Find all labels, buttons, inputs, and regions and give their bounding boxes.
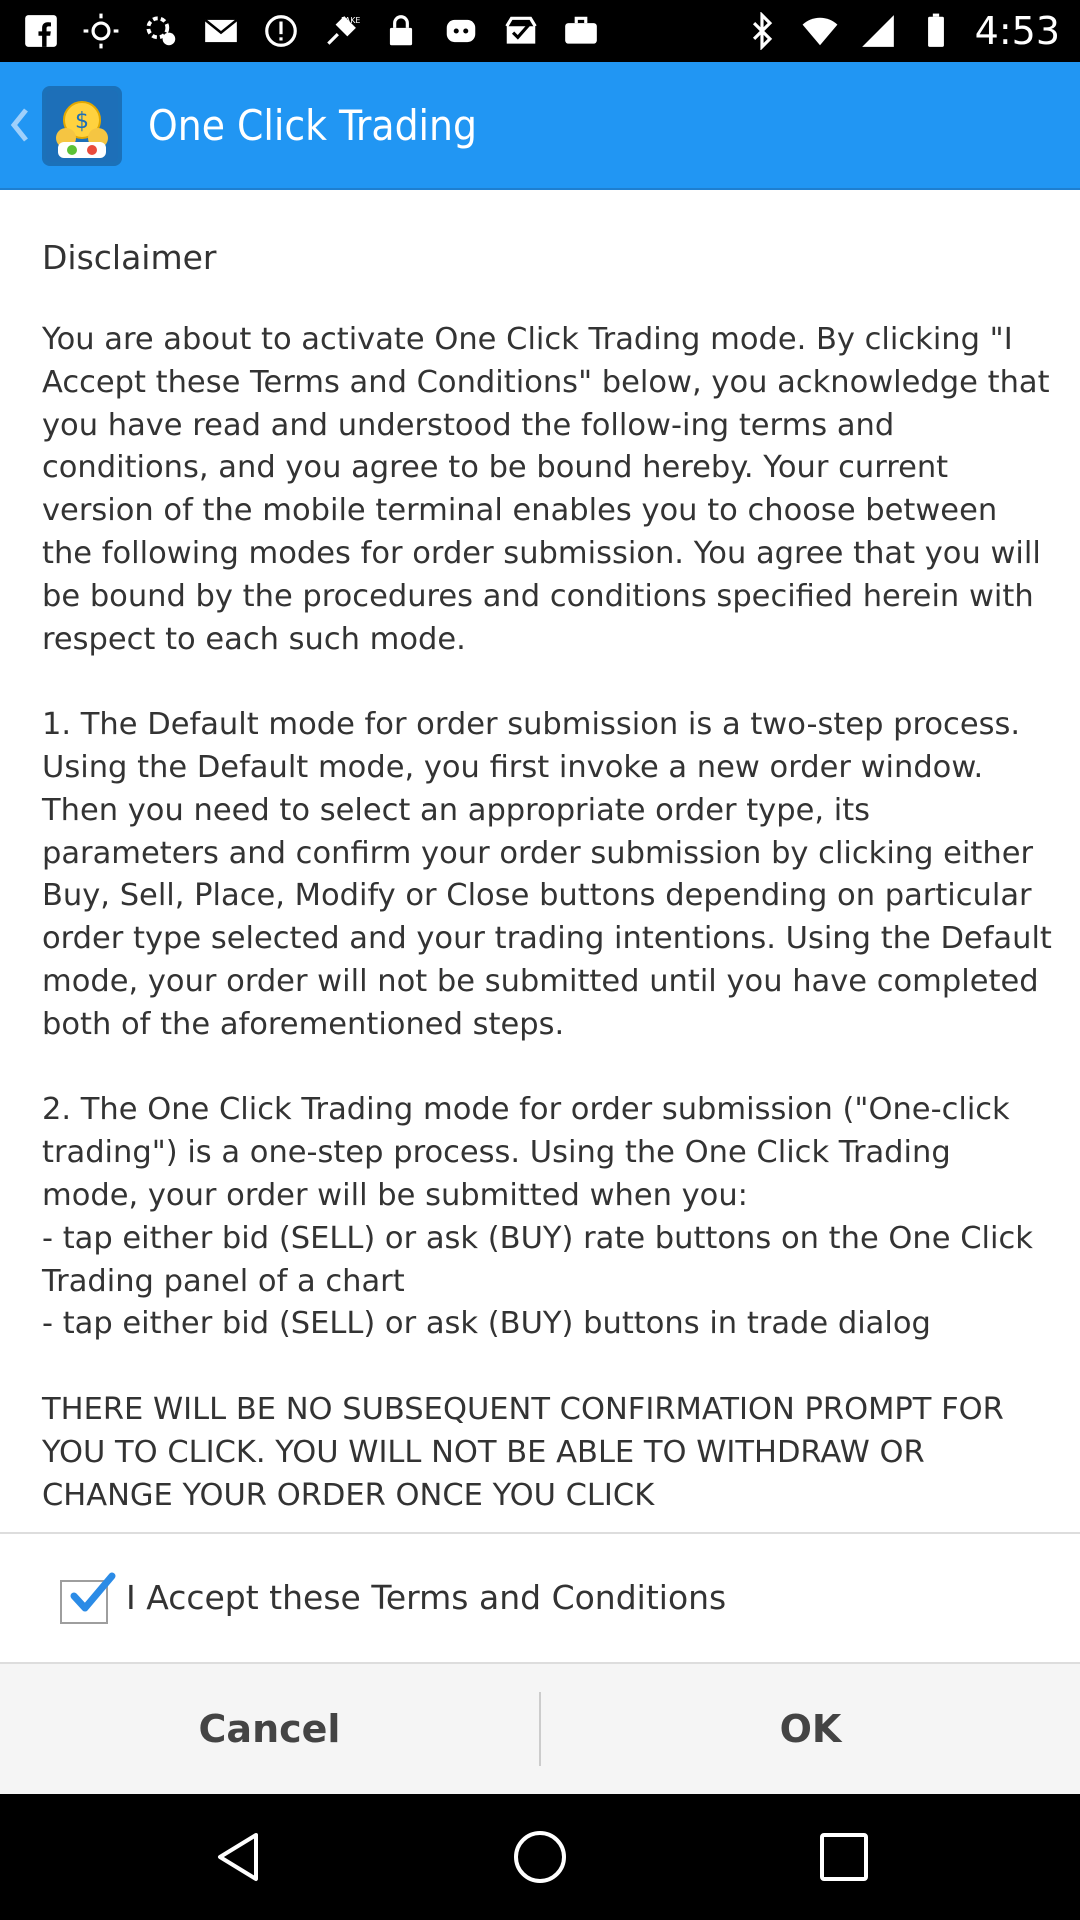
system-icons: 4:53 — [743, 8, 1060, 54]
fake-gps-icon: FAKE — [322, 12, 360, 50]
status-time: 4:53 — [974, 9, 1060, 53]
checkmark-icon — [70, 1572, 116, 1612]
alert-icon — [262, 12, 300, 50]
facebook-icon — [22, 12, 60, 50]
navigation-bar — [0, 1794, 1080, 1920]
page-title: One Click Trading — [148, 101, 478, 150]
status-bar: FAKE 4:53 — [0, 0, 1080, 62]
notification-icons: FAKE — [22, 8, 600, 54]
accept-label[interactable]: I Accept these Terms and Conditions — [126, 1574, 726, 1622]
back-arrow-icon[interactable] — [6, 102, 34, 148]
dialog-buttons: Cancel OK — [0, 1664, 1080, 1794]
bluetooth-icon — [743, 12, 781, 50]
nav-home-icon[interactable] — [510, 1827, 570, 1887]
signal-icon — [859, 12, 897, 50]
wifi-icon — [801, 12, 839, 50]
accept-checkbox[interactable] — [60, 1572, 116, 1624]
battery-icon — [917, 12, 955, 50]
nav-recent-apps-icon[interactable] — [814, 1827, 874, 1887]
disclaimer-scroll-area[interactable]: Disclaimer You are about to activate One… — [0, 190, 1080, 1532]
briefcase-icon — [562, 12, 600, 50]
mail-icon — [202, 12, 240, 50]
disclaimer-heading: Disclaimer — [42, 238, 217, 277]
svg-text:$: $ — [75, 109, 89, 134]
ok-button[interactable]: OK — [541, 1664, 1080, 1794]
cancel-button[interactable]: Cancel — [0, 1664, 539, 1794]
svg-text:FAKE: FAKE — [341, 16, 360, 25]
task-icon — [502, 12, 540, 50]
weather-icon — [82, 12, 120, 50]
nav-back-icon[interactable] — [208, 1827, 268, 1887]
accept-terms-row[interactable]: I Accept these Terms and Conditions — [0, 1534, 1080, 1662]
disclaimer-text: You are about to activate One Click Trad… — [42, 322, 1052, 1513]
action-bar: $ One Click Trading — [0, 62, 1080, 190]
game-controller-icon — [442, 12, 480, 50]
app-logo-icon[interactable]: $ — [42, 86, 122, 166]
lock-icon — [382, 12, 420, 50]
settings-sync-icon — [142, 12, 180, 50]
